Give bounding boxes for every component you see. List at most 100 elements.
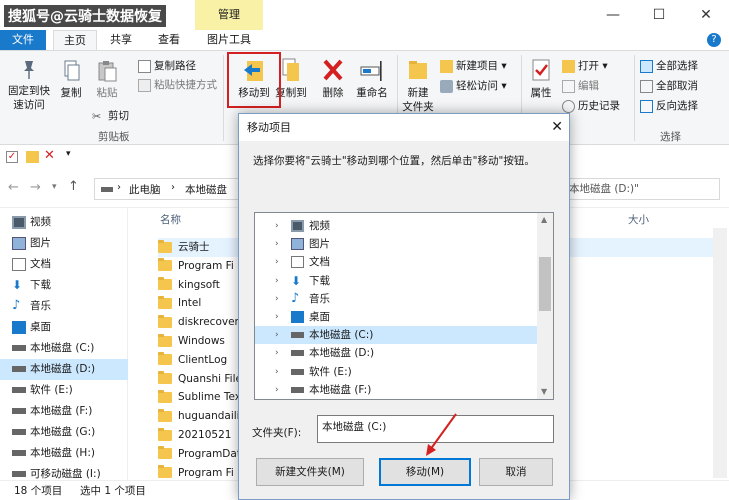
nav-item[interactable]: 视频	[0, 212, 128, 233]
tree-item[interactable]: › 桌面	[255, 308, 537, 326]
move-button[interactable]: 移动(M)	[379, 458, 471, 486]
drive-icon	[291, 350, 304, 357]
delete-qat-icon[interactable]: ✕	[44, 149, 58, 163]
expand-chevron-icon[interactable]: ›	[275, 308, 279, 326]
clipboard-group-label: 剪贴板	[98, 131, 130, 143]
breadcrumb-this-pc[interactable]: 此电脑	[129, 182, 161, 197]
invert-selection-button[interactable]: 反向选择	[640, 97, 698, 115]
nav-item[interactable]: 文档	[0, 254, 128, 275]
nav-item[interactable]: 图片	[0, 233, 128, 254]
new-folder-qat-icon[interactable]	[26, 151, 39, 163]
history-button[interactable]: 历史记录	[562, 97, 620, 115]
copy-button[interactable]: 复制	[56, 59, 86, 100]
nav-item[interactable]: 本地磁盘 (D:)	[0, 359, 128, 380]
open-label: 打开	[578, 60, 599, 72]
expand-chevron-icon[interactable]: ›	[275, 235, 279, 253]
expand-chevron-icon[interactable]: ›	[275, 272, 279, 290]
drive-icon	[12, 366, 26, 372]
up-arrow-icon[interactable]: ↑	[68, 179, 79, 194]
expand-chevron-icon[interactable]: ›	[275, 344, 279, 362]
properties-button[interactable]: 属性	[524, 57, 558, 100]
tree-item[interactable]: › 图片	[255, 235, 537, 253]
minimize-button[interactable]: —	[590, 0, 636, 30]
expand-chevron-icon[interactable]: ›	[275, 381, 279, 399]
download-icon: ⬇	[12, 278, 23, 292]
expand-chevron-icon[interactable]: ›	[275, 363, 279, 381]
copy-path-button[interactable]: 复制路径	[138, 57, 196, 75]
nav-item[interactable]: ♪ 音乐	[0, 296, 128, 317]
properties-check-icon[interactable]: ✓	[6, 151, 18, 163]
tab-home[interactable]: 主页	[53, 30, 97, 50]
expand-chevron-icon[interactable]: ›	[275, 326, 279, 344]
tree-item[interactable]: › 本地磁盘 (F:)	[255, 381, 537, 399]
nav-item[interactable]: ⬇ 下载	[0, 275, 128, 296]
tree-item[interactable]: › 本地磁盘 (C:)	[255, 326, 537, 345]
tree-item-label: 视频	[309, 220, 330, 232]
cancel-button[interactable]: 取消	[479, 458, 553, 486]
paste-button[interactable]: 粘贴	[92, 59, 122, 100]
video-icon	[291, 220, 304, 232]
nav-item[interactable]: 本地磁盘 (F:)	[0, 401, 128, 422]
tab-picture-tools[interactable]: 图片工具	[198, 30, 260, 50]
tree-item[interactable]: › 视频	[255, 217, 537, 235]
tree-item[interactable]: › 本地磁盘 (D:)	[255, 344, 537, 362]
tree-item[interactable]: › 文档	[255, 253, 537, 271]
navigation-pane: 视频 图片 文档 ⬇ 下载 ♪ 音乐 桌面 本地磁盘 (C:) 本地磁盘 (D:) 软件 (E:) 本…	[0, 208, 128, 480]
qat-dropdown-icon[interactable]: ▾	[66, 149, 71, 159]
scroll-up-icon[interactable]: ▲	[541, 215, 547, 224]
title-bar: 搜狐号@云骑士数据恢复 管理 — ☐ ✕	[0, 0, 729, 30]
nav-item[interactable]: 本地磁盘 (G:)	[0, 422, 128, 443]
back-arrow-icon[interactable]: ←	[8, 180, 19, 195]
drive-icon	[12, 345, 26, 351]
tree-item[interactable]: › ♪ 音乐	[255, 290, 537, 308]
open-button[interactable]: 打开 ▾	[562, 57, 608, 75]
new-folder-button[interactable]: 新建 文件夹	[400, 57, 436, 114]
edit-button[interactable]: 编辑	[562, 77, 599, 95]
expand-chevron-icon[interactable]: ›	[275, 290, 279, 308]
paste-shortcut-button[interactable]: 粘贴快捷方式	[138, 76, 217, 94]
tab-view[interactable]: 查看	[146, 30, 192, 50]
select-none-button[interactable]: 全部取消	[640, 77, 698, 95]
easy-access-button[interactable]: 轻松访问 ▾	[440, 77, 507, 95]
delete-button[interactable]: 删除	[316, 57, 350, 100]
folder-icon	[158, 446, 172, 460]
copy-to-icon	[282, 58, 299, 81]
new-folder-dialog-button[interactable]: 新建文件夹(M)	[256, 458, 364, 486]
cut-button[interactable]: ✂ 剪切	[92, 107, 129, 125]
tab-file[interactable]: 文件	[0, 30, 46, 50]
tab-share[interactable]: 共享	[100, 30, 142, 50]
tree-item[interactable]: › ⬇ 下载	[255, 272, 537, 290]
nav-item[interactable]: 本地磁盘 (C:)	[0, 338, 128, 359]
close-button[interactable]: ✕	[683, 0, 729, 30]
folder-icon	[158, 389, 172, 403]
edit-icon	[562, 79, 575, 93]
breadcrumb-drive[interactable]: 本地磁盘	[185, 182, 227, 197]
column-header-name[interactable]: 名称	[160, 212, 181, 227]
select-all-button[interactable]: 全部选择	[640, 57, 698, 75]
expand-chevron-icon[interactable]: ›	[275, 217, 279, 235]
tree-scroll-thumb[interactable]	[539, 257, 551, 311]
tree-item[interactable]: › 软件 (E:)	[255, 363, 537, 381]
rename-button[interactable]: 重命名	[352, 57, 392, 100]
dialog-close-button[interactable]: ✕	[551, 114, 563, 141]
column-header-size[interactable]: 大小	[628, 212, 649, 227]
nav-item-label: 视频	[30, 216, 51, 228]
forward-arrow-icon[interactable]: →	[30, 180, 41, 195]
maximize-button[interactable]: ☐	[636, 0, 682, 30]
new-item-button[interactable]: 新建项目 ▾	[440, 57, 507, 75]
nav-item[interactable]: 软件 (E:)	[0, 380, 128, 401]
nav-item[interactable]: 本地磁盘 (H:)	[0, 443, 128, 464]
tab-manage[interactable]: 管理	[195, 0, 263, 30]
pin-quick-access-button[interactable]: 固定到快 速访问	[4, 59, 54, 112]
folder-icon	[158, 427, 172, 441]
nav-item[interactable]: 桌面	[0, 317, 128, 338]
scroll-down-icon[interactable]: ▼	[541, 387, 547, 396]
tree-scrollbar[interactable]: ▲ ▼	[537, 213, 553, 399]
file-list-scrollbar[interactable]	[713, 228, 727, 478]
dialog-title-bar: 移动项目 ✕	[239, 114, 569, 141]
copy-path-icon	[138, 59, 151, 73]
search-input[interactable]: 本地磁盘 (D:)"	[564, 178, 720, 200]
recent-dropdown-icon[interactable]: ▾	[52, 182, 57, 192]
expand-chevron-icon[interactable]: ›	[275, 253, 279, 271]
help-icon[interactable]: ?	[707, 33, 721, 47]
